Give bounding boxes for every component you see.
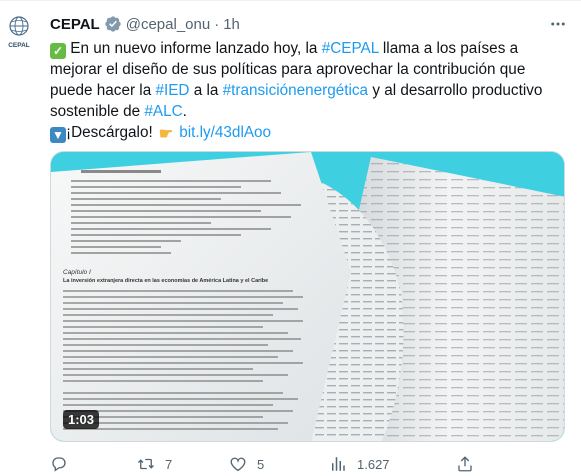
- video-duration-badge: 1:03: [63, 410, 100, 429]
- tweet-text-part: En un nuevo informe lanzado hoy, la: [66, 40, 322, 57]
- share-button[interactable]: [456, 453, 484, 475]
- reply-button[interactable]: [50, 453, 78, 475]
- hashtag-transicion-energetica[interactable]: #transiciónenergética: [223, 82, 368, 99]
- ellipsis-icon: [551, 22, 565, 26]
- check-mark-emoji-icon: ✓: [50, 43, 66, 59]
- analytics-icon: [332, 457, 345, 471]
- tweet-text-part: .: [182, 103, 187, 120]
- views-count: 1.627: [357, 456, 390, 472]
- reply-icon: [52, 457, 66, 472]
- tweet-timestamp[interactable]: 1h: [223, 16, 240, 33]
- hashtag-alc[interactable]: #ALC: [144, 103, 182, 120]
- video-thumbnail: Capítulo I La inversión extranjera direc…: [51, 152, 564, 441]
- heart-icon: [230, 457, 246, 472]
- tweet-card[interactable]: CEPAL CEPAL @cepal_onu · 1h ✓ En un nuev…: [0, 0, 581, 476]
- page-chapter-subheading: La inversión extranjera directa en las e…: [63, 278, 268, 284]
- verified-badge-icon[interactable]: [104, 15, 122, 33]
- hashtag-ied[interactable]: #IED: [155, 82, 189, 99]
- separator-dot: ·: [214, 15, 220, 33]
- video-player[interactable]: Capítulo I La inversión extranjera direc…: [50, 151, 565, 442]
- page-chapter-heading: Capítulo I: [63, 269, 91, 276]
- retweet-icon: [138, 458, 154, 470]
- tweet-actions-bar: 7 5 1.627: [50, 453, 565, 475]
- retweet-button[interactable]: 7: [137, 453, 172, 475]
- author-handle[interactable]: @cepal_onu: [126, 16, 210, 33]
- download-link[interactable]: bit.ly/43dlAoo: [179, 124, 271, 141]
- down-arrow-emoji-icon: ▼: [50, 127, 66, 143]
- more-options-button[interactable]: [547, 13, 569, 35]
- cepal-logo-icon: CEPAL: [8, 16, 30, 49]
- author-display-name[interactable]: CEPAL: [50, 16, 100, 33]
- avatar-label: CEPAL: [8, 42, 30, 49]
- cta-text: ¡Descárgalo!: [66, 124, 157, 141]
- tweet-text-part: a la: [189, 82, 223, 99]
- share-icon: [458, 456, 472, 472]
- like-count: 5: [257, 456, 265, 472]
- like-button[interactable]: 5: [229, 453, 264, 475]
- views-button[interactable]: 1.627: [329, 453, 390, 475]
- pointing-hand-emoji-icon: ☛: [158, 126, 174, 143]
- avatar[interactable]: CEPAL: [6, 15, 32, 51]
- hashtag-cepal[interactable]: #CEPAL: [322, 40, 379, 57]
- retweet-count: 7: [165, 456, 173, 472]
- tweet-header: CEPAL @cepal_onu · 1h: [50, 13, 240, 35]
- tweet-text: ✓ En un nuevo informe lanzado hoy, la #C…: [50, 38, 565, 143]
